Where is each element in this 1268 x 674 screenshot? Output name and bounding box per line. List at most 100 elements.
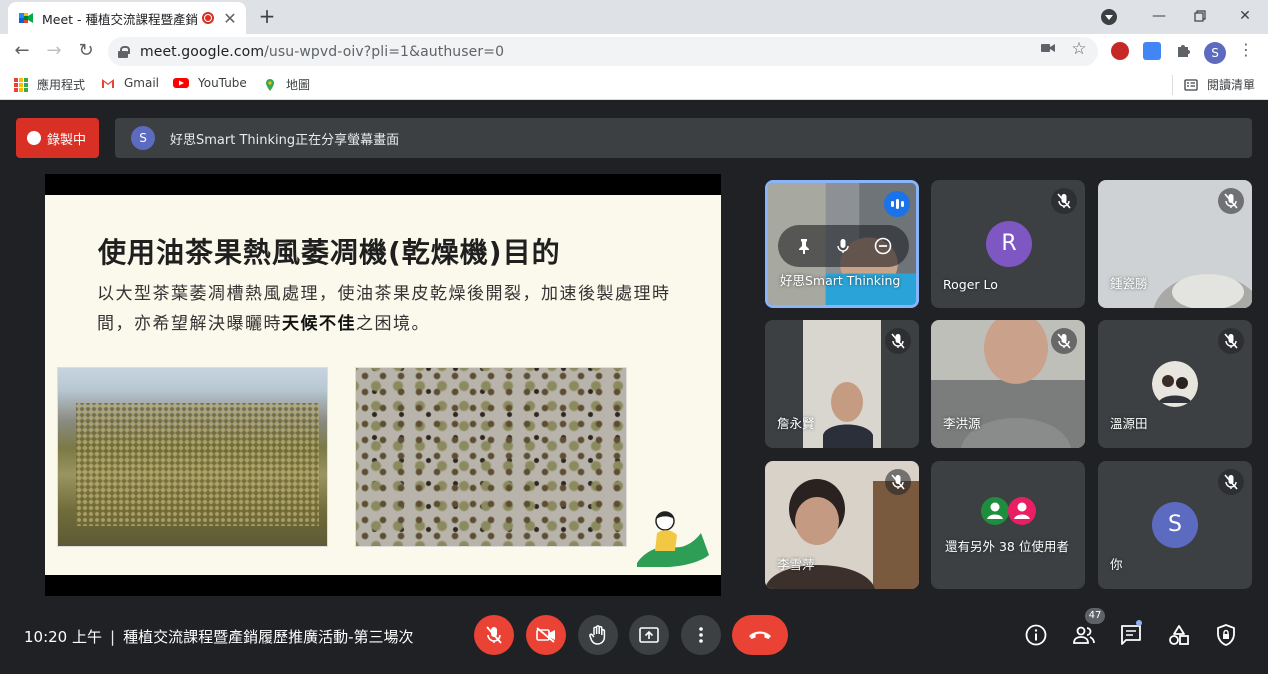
close-window-icon[interactable]: ✕	[1232, 4, 1258, 28]
bookmark-label: YouTube	[198, 76, 247, 90]
participant-count-badge: 47	[1085, 608, 1105, 624]
recording-label: 錄製中	[47, 132, 87, 148]
bookmark-apps[interactable]: 應用程式	[14, 76, 85, 93]
slide-illustration-person	[637, 511, 709, 567]
hand-icon	[589, 625, 606, 645]
forward-arrow-icon[interactable]: →	[42, 39, 66, 63]
muted-mic-icon	[1051, 328, 1077, 354]
extension-meet-icon[interactable]	[1143, 42, 1161, 60]
remove-icon[interactable]	[870, 233, 896, 259]
tab-close-icon[interactable]: ✕	[222, 9, 238, 28]
shield-lock-icon	[1217, 624, 1235, 646]
slide-body: 以大型茶葉萎凋槽熱風處理，使油茶果皮乾燥後開裂，加速後製處理時間，亦希望解決曝曬…	[97, 284, 671, 334]
participant-name: 李洪源	[943, 416, 981, 431]
slide-title: 使用油茶果熱風萎凋機(乾燥機)目的	[98, 236, 561, 269]
participant-avatar: R	[986, 221, 1032, 267]
url-text: meet.google.com/usu-wpvd-oiv?pli=1&authu…	[140, 43, 505, 60]
participant-name: 溫源田	[1110, 416, 1148, 431]
speaking-indicator-icon	[884, 191, 910, 217]
extensions-puzzle-icon[interactable]	[1175, 42, 1191, 58]
participant-name: 詹永賢	[777, 416, 815, 431]
clock-time: 10:20 上午	[24, 628, 102, 646]
reload-icon[interactable]: ↻	[74, 39, 98, 63]
participant-tile-4[interactable]: 詹永賢	[765, 320, 919, 448]
more-options-button[interactable]	[681, 615, 721, 655]
meet-favicon-icon	[19, 13, 33, 23]
participant-tile-6[interactable]: 溫源田	[1098, 320, 1252, 448]
chat-unread-dot	[1136, 620, 1142, 626]
bookmark-star-icon[interactable]: ☆	[1071, 41, 1087, 58]
reading-list-label: 閱讀清單	[1207, 78, 1256, 92]
participant-name: Roger Lo	[943, 277, 998, 292]
meeting-controls-bar: 10:20 上午 | 種植交流課程暨產銷履歷推廣活動-第三場次 47	[0, 600, 1268, 674]
presentation-view[interactable]: 使用油茶果熱風萎凋機(乾燥機)目的 以大型茶葉萎凋槽熱風處理，使油茶果皮乾燥後開…	[45, 174, 721, 596]
bookmark-label: 應用程式	[37, 78, 86, 92]
participant-tile-overflow[interactable]: 還有另外 38 位使用者	[931, 461, 1085, 589]
overflow-count-label: 還有另外 38 位使用者	[945, 539, 1069, 554]
participants-button[interactable]	[1071, 622, 1097, 648]
participant-tile-presenter[interactable]: 好思Smart Thinking	[765, 180, 919, 308]
browser-tab-meet[interactable]: Meet - 種植交流課程暨產銷 ✕	[8, 2, 246, 34]
muted-mic-icon	[1218, 188, 1244, 214]
raise-hand-button[interactable]	[578, 615, 618, 655]
new-tab-button[interactable]: +	[256, 5, 278, 27]
participant-tile-3[interactable]: 鍾瓷勝	[1098, 180, 1252, 308]
back-arrow-icon[interactable]: ←	[10, 39, 34, 63]
slide-photo-dryer-tank	[57, 367, 328, 547]
participant-avatar-photo	[1152, 361, 1198, 407]
muted-mic-icon	[1051, 188, 1077, 214]
bookmarks-bar: 應用程式 Gmail YouTube 地圖 閱讀清單	[0, 69, 1268, 100]
sharing-notice: 好思Smart Thinking正在分享螢幕畫面	[170, 132, 400, 148]
recording-badge[interactable]: 錄製中	[16, 118, 99, 158]
bookmark-youtube[interactable]: YouTube	[173, 76, 247, 90]
mic-icon[interactable]	[830, 233, 856, 259]
reading-list-button[interactable]: 閱讀清單	[1184, 76, 1255, 93]
meeting-title: 種植交流課程暨產銷履歷推廣活動-第三場次	[123, 628, 414, 646]
tab-search-icon[interactable]	[1101, 9, 1117, 25]
extension-apple-icon[interactable]	[1111, 42, 1129, 60]
address-bar[interactable]: meet.google.com/usu-wpvd-oiv?pli=1&authu…	[108, 37, 1098, 66]
lock-icon	[118, 45, 130, 58]
tile-hover-controls	[778, 225, 909, 267]
more-vert-icon	[699, 627, 703, 643]
bookmark-gmail[interactable]: Gmail	[101, 76, 159, 90]
leave-call-button[interactable]	[732, 615, 788, 655]
bookmark-label: Gmail	[124, 76, 160, 90]
participant-tile-self[interactable]: S 你	[1098, 461, 1252, 589]
muted-mic-icon	[1218, 469, 1244, 495]
chat-button[interactable]	[1118, 622, 1144, 648]
recording-dot-icon	[27, 131, 41, 145]
present-screen-button[interactable]	[629, 615, 669, 655]
participant-tile-roger-lo[interactable]: R Roger Lo	[931, 180, 1085, 308]
mic-off-icon	[486, 626, 502, 644]
participant-name: 李雪萍	[777, 557, 815, 572]
shared-slide: 使用油茶果熱風萎凋機(乾燥機)目的 以大型茶葉萎凋槽熱風處理，使油茶果皮乾燥後開…	[45, 195, 721, 575]
participant-tile-7[interactable]: 李雪萍	[765, 461, 919, 589]
activities-shapes-icon	[1169, 625, 1189, 645]
hang-up-icon	[749, 631, 771, 639]
meeting-info-text: 10:20 上午 | 種植交流課程暨產銷履歷推廣活動-第三場次	[24, 628, 414, 646]
meeting-details-button[interactable]	[1023, 622, 1049, 648]
camera-permission-icon[interactable]	[1040, 41, 1056, 57]
minimize-icon[interactable]: —	[1146, 4, 1172, 28]
bookmark-maps[interactable]: 地圖	[263, 76, 310, 93]
pin-icon[interactable]	[791, 233, 817, 259]
overflow-avatars-icon	[981, 497, 1036, 525]
bookmarks-divider	[1172, 75, 1173, 95]
participant-name: 鍾瓷勝	[1110, 276, 1148, 291]
mic-off-button[interactable]	[474, 615, 514, 655]
apps-grid-icon	[14, 77, 28, 92]
screen-share-banner: S 好思Smart Thinking正在分享螢幕畫面	[115, 118, 1252, 158]
participant-name: 好思Smart Thinking	[780, 273, 901, 288]
camera-off-button[interactable]	[526, 615, 566, 655]
browser-toolbar: ← → ↻ meet.google.com/usu-wpvd-oiv?pli=1…	[0, 34, 1268, 69]
restore-icon[interactable]	[1187, 4, 1213, 28]
profile-avatar[interactable]: S	[1204, 42, 1226, 64]
host-controls-button[interactable]	[1213, 622, 1239, 648]
browser-menu-icon[interactable]: ⋮	[1238, 42, 1254, 58]
activities-button[interactable]	[1166, 622, 1192, 648]
gmail-icon	[102, 79, 114, 88]
tab-recording-icon	[202, 12, 214, 24]
participant-tile-5[interactable]: 李洪源	[931, 320, 1085, 448]
muted-mic-icon	[885, 469, 911, 495]
